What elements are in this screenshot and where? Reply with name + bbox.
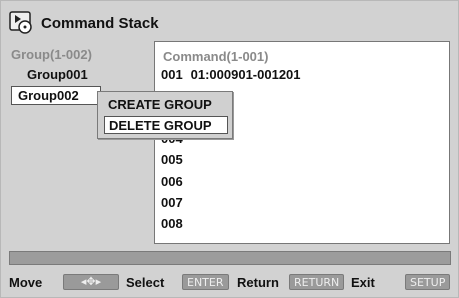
return-key: RETURN [289,274,345,290]
enter-key: ENTER [182,274,229,290]
footer-exit: Exit [351,271,375,293]
title-bar: Command Stack [9,7,159,39]
footer-guide: Move ◂✥▸ Select ENTER Return RETURN Exit… [1,271,459,293]
command-number: 006 [161,174,183,189]
move-label: Move [9,274,43,290]
arrow-keys-icon: ◂✥▸ [63,274,119,290]
select-label: Select [126,274,165,290]
command-row[interactable]: 008 [161,213,187,234]
setup-key: SETUP [405,274,451,290]
command-number: 005 [161,152,183,167]
footer-return-key: RETURN [289,271,345,293]
command-row[interactable]: 006 [161,171,187,192]
command-number: 008 [161,216,183,231]
command-number: 007 [161,195,183,210]
commands-header: Command(1-001) [163,49,269,64]
command-row[interactable]: 005 [161,149,187,170]
groups-header: Group(1-002) [11,47,92,62]
exit-label: Exit [351,274,375,290]
group-item-group001[interactable]: Group001 [11,65,156,84]
disc-list-icon [9,11,35,35]
status-bar [9,251,451,265]
command-row[interactable]: 007 [161,192,187,213]
return-label: Return [237,274,279,290]
command-stack-window: Command Stack Group(1-002) Group001 Grou… [0,0,459,298]
commands-panel: Command(1-001) 001 01:000901-001201 002 … [154,41,450,244]
footer-return: Return [237,271,279,293]
command-number: 001 [161,67,183,82]
footer-move-key: ◂✥▸ [63,271,119,293]
window-title: Command Stack [41,14,159,32]
menu-item-create-group[interactable]: CREATE GROUP [104,96,216,114]
group-context-menu: CREATE GROUP DELETE GROUP [97,91,233,139]
footer-select-key: ENTER [182,271,229,293]
command-row[interactable]: 001 01:000901-001201 [161,64,301,85]
command-value: 01:000901-001201 [190,67,301,82]
group-item-group002[interactable]: Group002 [11,86,101,105]
menu-item-delete-group[interactable]: DELETE GROUP [104,116,228,134]
footer-select: Select [126,271,164,293]
footer-move: Move [9,271,42,293]
footer-exit-key: SETUP [405,271,451,293]
